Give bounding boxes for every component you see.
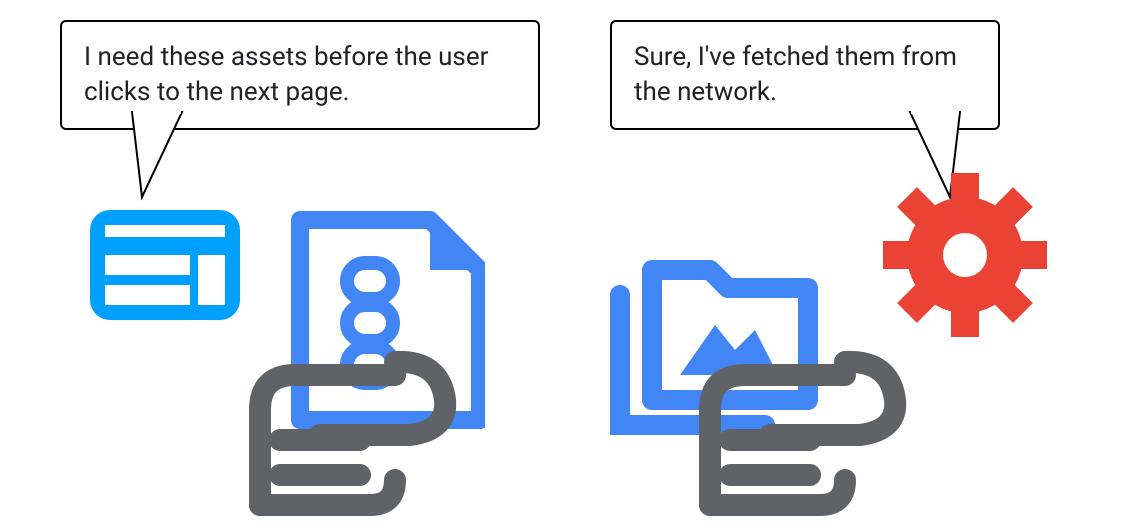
browser-window-icon [90, 210, 240, 320]
hand-icon [210, 320, 490, 520]
hand-icon [660, 320, 940, 520]
speech-text-left: I need these assets before the user clic… [84, 42, 488, 107]
speech-tail-left [132, 112, 202, 202]
speech-text-right: Sure, I've fetched them from the network… [634, 42, 957, 107]
gear-icon [880, 170, 1050, 340]
